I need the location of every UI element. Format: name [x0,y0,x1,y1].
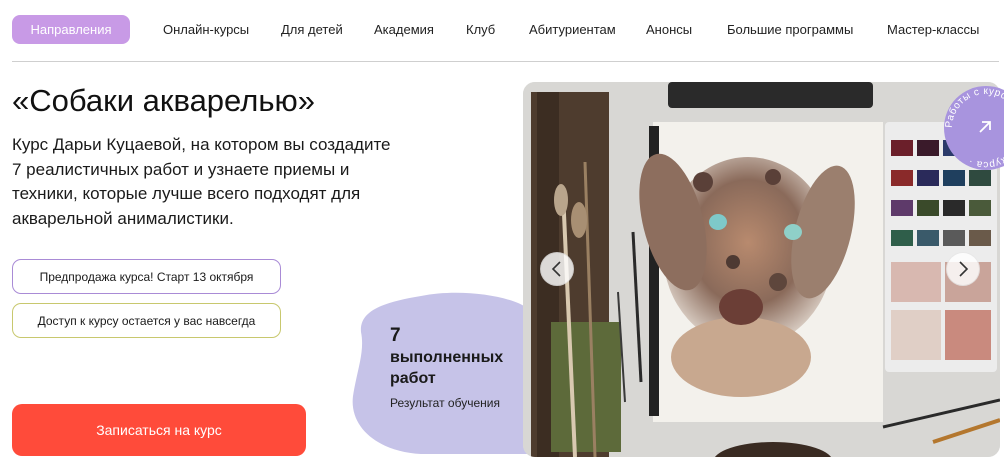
course-title: «Собаки акварелью» [12,83,315,118]
lifetime-access-tag: Доступ к курсу остается у вас навсегда [12,303,281,338]
learning-result-caption: Результат обучения [390,396,500,410]
nav-item-for-kids[interactable]: Для детей [281,22,343,38]
nav-directions-button[interactable]: Направления [12,15,130,44]
nav-item-applicants[interactable]: Абитуриентам [529,22,616,38]
presale-tag: Предпродажа курса! Старт 13 октября [12,259,281,294]
works-label-line2: работ [390,370,436,387]
works-label-line1: выполненных [390,349,504,366]
nav-item-online-courses[interactable]: Онлайн-курсы [163,22,249,38]
nav-divider [12,61,999,62]
enroll-button[interactable]: Записаться на курс [12,404,306,456]
nav-item-club[interactable]: Клуб [466,22,495,38]
works-count: 7 [390,325,401,346]
course-works-badge[interactable]: Работы с курса · Работы с курса · [940,86,1004,170]
nav-item-master-classes[interactable]: Мастер-классы [887,22,979,38]
stat-blob [352,292,527,454]
chevron-left-icon [551,261,561,277]
nav-item-announcements[interactable]: Анонсы [646,22,692,38]
chevron-right-icon [959,261,969,277]
nav-item-academy[interactable]: Академия [374,22,434,38]
carousel-prev-button[interactable] [540,252,574,286]
course-hero-image [523,82,1000,457]
top-nav: Направления Онлайн-курсы Для детей Акаде… [0,0,1004,60]
carousel-next-button[interactable] [946,252,980,286]
course-description: Курс Дарьи Куцаевой, на котором вы созда… [12,135,391,228]
nav-item-big-programs[interactable]: Большие программы [727,22,853,38]
